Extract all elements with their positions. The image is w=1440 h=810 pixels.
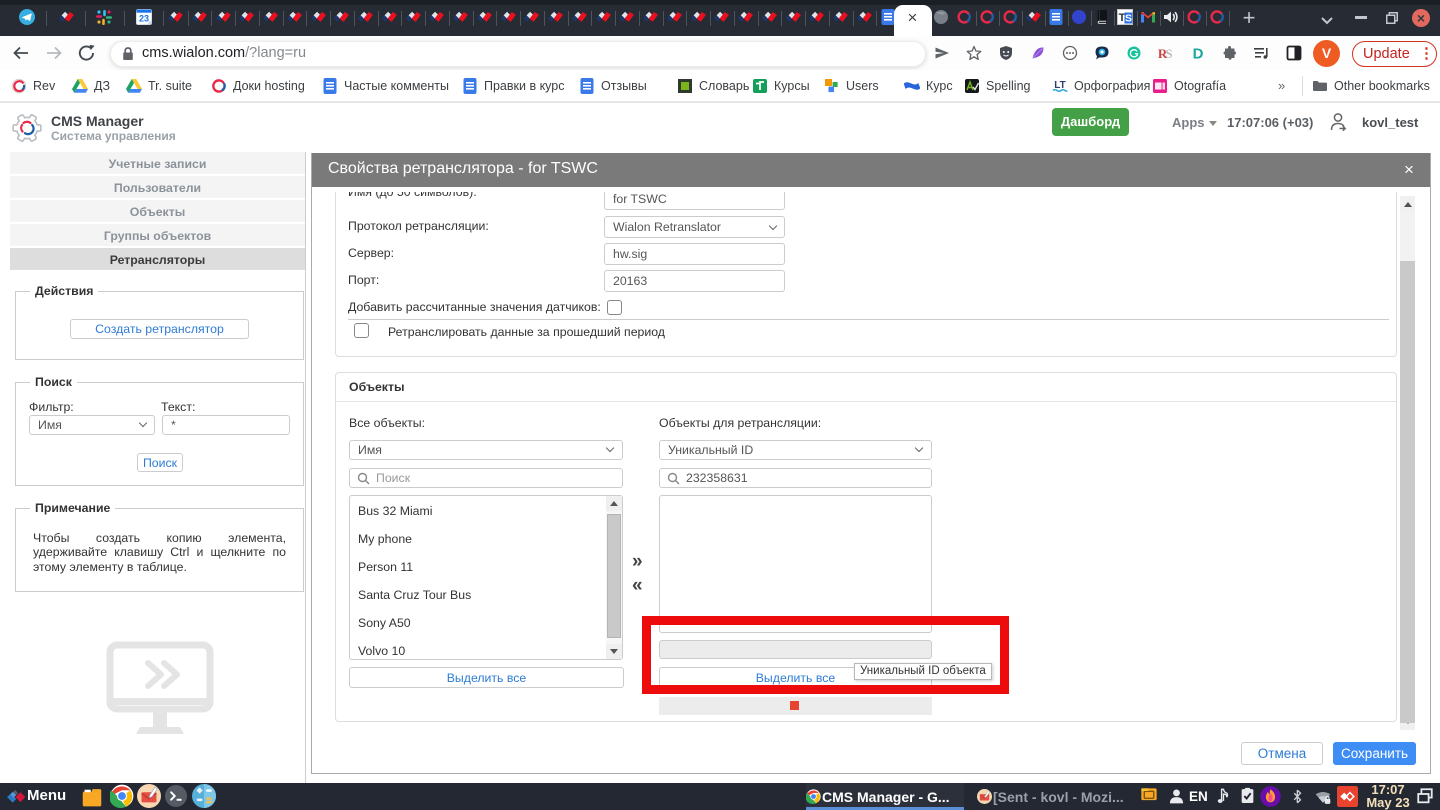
- svg-text:23: 23: [139, 14, 149, 24]
- svg-text:D: D: [1193, 46, 1204, 62]
- svg-text:S: S: [1165, 46, 1172, 61]
- svg-text:S: S: [1125, 12, 1132, 24]
